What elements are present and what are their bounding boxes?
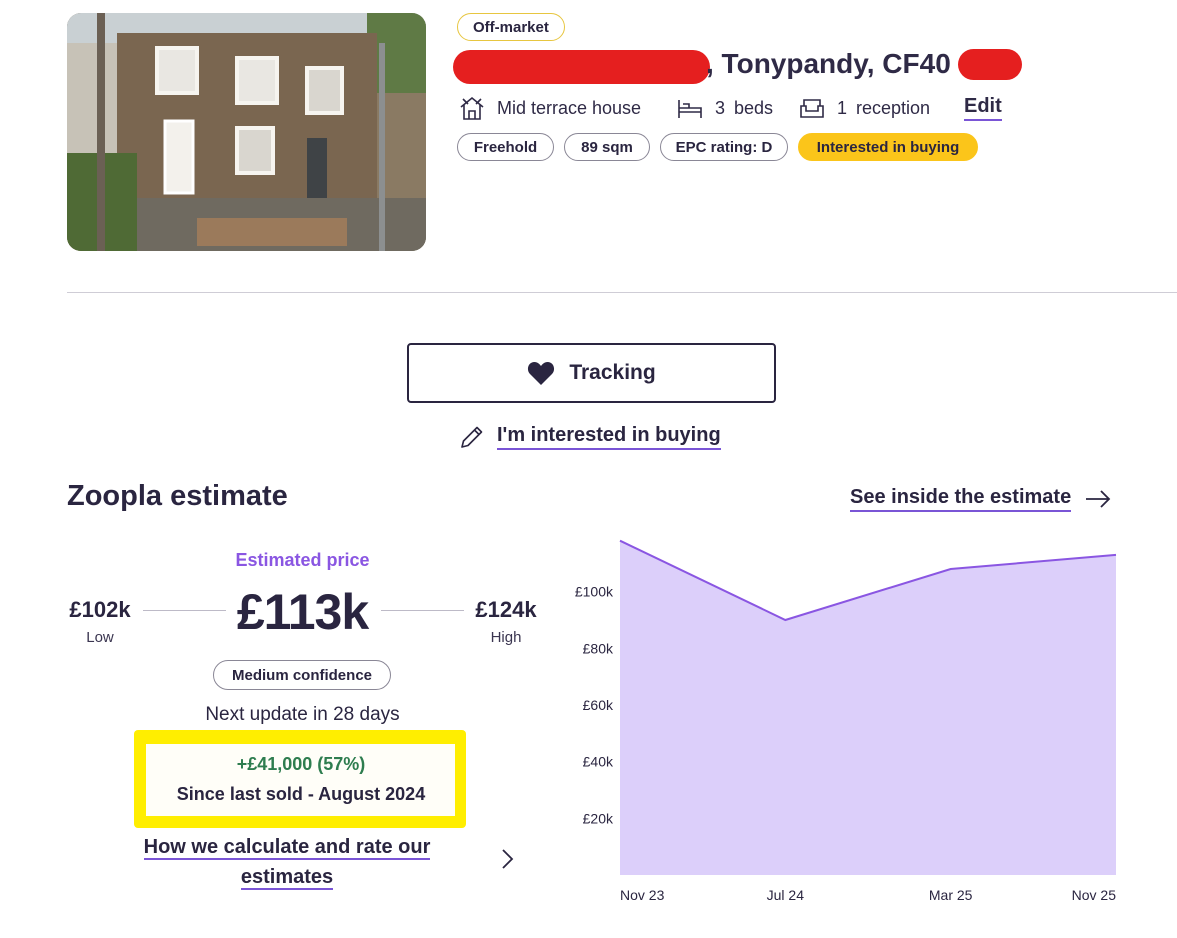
x-tick-label: Mar 25 — [929, 887, 973, 903]
estimated-price: £113k — [236, 584, 369, 640]
y-tick-label: £20k — [583, 810, 614, 826]
chart-area — [620, 540, 1116, 875]
redaction-mark — [958, 49, 1022, 80]
how-line-1: How we calculate and rate our — [143, 836, 431, 860]
beds-label: beds — [734, 97, 774, 118]
high-value: £124k — [475, 597, 537, 622]
pencil-icon — [461, 426, 483, 448]
range-line — [143, 610, 226, 611]
bed-icon — [678, 100, 702, 118]
tracking-button[interactable]: Tracking — [407, 343, 776, 403]
property-type: Mid terrace house — [459, 94, 641, 122]
y-tick-label: £60k — [583, 697, 614, 713]
tracking-label: Tracking — [569, 361, 656, 384]
high-label: High — [490, 629, 522, 646]
y-tick-label: £80k — [583, 640, 614, 656]
edit-link[interactable]: Edit — [964, 95, 1002, 121]
redaction-mark — [453, 50, 710, 84]
see-inside-label: See inside the estimate — [850, 486, 1072, 512]
reception-info: 1 reception — [799, 94, 930, 122]
tag-epc: EPC rating: D — [660, 133, 788, 161]
beds-info: 3 beds — [677, 94, 773, 122]
chevron-right-icon[interactable] — [500, 848, 516, 870]
low-label: Low — [86, 629, 114, 646]
see-inside-link[interactable]: See inside the estimate — [850, 486, 1111, 512]
section-divider — [67, 292, 1177, 293]
how-we-calculate-link[interactable]: How we calculate and rate our estimates — [132, 832, 442, 892]
y-tick-label: £40k — [583, 754, 614, 770]
estimate-heading: Zoopla estimate — [67, 480, 288, 512]
property-photo[interactable] — [67, 13, 426, 251]
tag-tenure: Freehold — [457, 133, 554, 161]
reception-count: 1 — [837, 97, 848, 118]
property-address: , Tonypandy, CF40 — [706, 48, 951, 79]
beds-count: 3 — [715, 97, 726, 118]
x-tick-label: Nov 23 — [620, 887, 665, 903]
y-tick-label: £100k — [575, 584, 614, 600]
how-line-2: estimates — [240, 866, 334, 890]
confidence-badge: Medium confidence — [213, 660, 391, 690]
estimate-chart: £20k £40k £60k £80k £100k Nov 23 Jul 24 Mar 25 N… — [575, 539, 1117, 903]
price-change: +£41,000 (57%) — [236, 754, 366, 774]
x-tick-label: Jul 24 — [767, 887, 805, 903]
arrow-right-icon — [1086, 490, 1111, 508]
tag-size: 89 sqm — [564, 133, 650, 161]
since-last-sold: Since last sold - August 2024 — [176, 784, 426, 804]
heart-icon — [528, 362, 555, 385]
property-type-label: Mid terrace house — [497, 97, 642, 118]
sofa-icon — [800, 99, 824, 118]
range-line — [381, 610, 464, 611]
reception-label: reception — [856, 97, 931, 118]
next-update: Next update in 28 days — [205, 704, 400, 725]
tag-interested: Interested in buying — [798, 133, 978, 161]
interested-link[interactable]: I'm interested in buying — [459, 424, 721, 450]
interested-label: I'm interested in buying — [497, 424, 721, 450]
x-tick-label: Nov 25 — [1072, 887, 1117, 903]
low-value: £102k — [69, 597, 131, 622]
house-icon — [460, 96, 484, 120]
estimated-price-label: Estimated price — [235, 550, 370, 570]
status-badge: Off-market — [457, 13, 565, 41]
